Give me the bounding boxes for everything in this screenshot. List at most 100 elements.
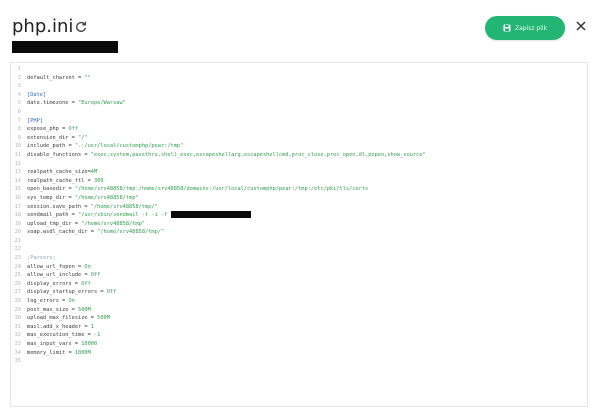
line-code: log_errors = On [27, 297, 75, 306]
line-code: display_errors = Off [27, 280, 91, 289]
code-line[interactable]: 27 display_startup_errors = Off [11, 288, 587, 297]
code-line[interactable]: 30 upload_max_filesize = 500M [11, 314, 587, 323]
code-line[interactable]: 14 realpath_cache_ttl = 300 [11, 177, 587, 186]
line-number: 23 [14, 255, 21, 262]
code-line[interactable]: 13 realpath_cache_size=4M [11, 168, 587, 177]
line-number: 15 [14, 186, 21, 193]
line-number: 29 [14, 306, 21, 313]
reload-icon[interactable] [74, 20, 88, 34]
code-token: "" [84, 74, 91, 81]
code-line[interactable]: 33 max_input_vars = 10000 [11, 340, 587, 349]
line-code: max_execution_time = -1 [27, 331, 100, 340]
code-line[interactable]: 31 mail.add_x_header = 1 [11, 323, 587, 332]
code-token: disable_functions = [27, 151, 91, 158]
line-number: 21 [14, 237, 21, 244]
code-line[interactable]: 15 open_basedir = "/home/srv48858/tmp:/ho… [11, 185, 587, 194]
code-token: 10000 [81, 341, 98, 347]
line-number: 12 [14, 160, 21, 167]
code-line[interactable]: 9 extension_dir = "/" [11, 134, 587, 143]
save-file-button[interactable]: Zapisz plik [485, 16, 565, 40]
line-number: 4 [17, 91, 21, 98]
code-token: expose_php = [27, 126, 69, 133]
code-token: "/home/srv48858/tmp" [74, 194, 139, 201]
line-number: 13 [14, 169, 21, 176]
close-icon[interactable] [575, 20, 587, 32]
code-token: ;Parsers; [27, 255, 56, 262]
code-line[interactable]: 1 [11, 65, 587, 74]
code-token: open_basedir = [27, 186, 75, 193]
code-line[interactable]: 18 sendmail_path = "/usr/sbin/sendmail -t… [11, 211, 587, 220]
line-code: [PHP] [27, 117, 43, 126]
code-token: 500M [78, 306, 91, 313]
line-code: expose_php = Off [27, 125, 78, 134]
code-token: include_path = [27, 143, 75, 150]
code-token: date.timezone = [27, 100, 79, 107]
code-token: mail.add_x_header = [27, 323, 91, 330]
code-token: "/home/srv48858/tmp:/home/srv48858/domai… [74, 186, 369, 193]
code-line[interactable]: 12 [11, 160, 587, 169]
code-token: allow_url_fopen = [27, 263, 85, 270]
code-token: 300 [93, 177, 104, 184]
line-number: 33 [14, 341, 21, 347]
line-number: 14 [14, 177, 21, 184]
line-code: date.timezone = "Europe/Warsaw" [27, 99, 126, 108]
code-line[interactable]: 26 display_errors = Off [11, 280, 587, 289]
redacted-text [170, 211, 251, 219]
code-token: "Europe/Warsaw" [78, 100, 126, 107]
code-line[interactable]: 28 log_errors = On [11, 297, 587, 306]
code-line[interactable]: 5 date.timezone = "Europe/Warsaw" [11, 99, 587, 108]
line-number: 28 [14, 298, 21, 305]
page-title: php.ini [12, 16, 74, 37]
code-line[interactable]: 11 disable_functions = "exec,system,passt… [11, 151, 587, 160]
code-editor[interactable]: 1 2 default_charset = "" 3 4 [Date] 5 date.time… [10, 62, 588, 407]
code-line[interactable]: 35 [11, 357, 587, 366]
code-token: default_charset = [27, 74, 85, 81]
code-line[interactable]: 4 [Date] [11, 91, 587, 100]
code-line[interactable]: 19 upload_tmp_dir = "/home/srv48858/tmp" [11, 220, 587, 229]
line-number: 5 [17, 100, 21, 107]
line-number: 8 [17, 126, 21, 133]
line-code: ;Parsers; [27, 254, 56, 263]
line-number: 31 [14, 323, 21, 330]
line-code: allow_url_fopen = On [27, 263, 91, 272]
code-line[interactable]: 3 [11, 82, 587, 91]
code-token: [PHP] [27, 117, 43, 124]
code-line[interactable]: 10 include_path = ".:/usr/local/customphp… [11, 142, 587, 151]
code-token: session.save_path = [27, 203, 91, 210]
line-code: session.save_path = "/home/srv48858/tmp/… [27, 203, 158, 212]
code-token: Off [90, 272, 101, 279]
code-line[interactable]: 32 max_execution_time = -1 [11, 331, 587, 340]
line-number: 25 [14, 272, 21, 279]
code-line[interactable]: 16 sys_temp_dir = "/home/srv48858/tmp" [11, 194, 587, 203]
line-number: 26 [14, 280, 21, 287]
code-token: -1 [93, 332, 101, 339]
code-line[interactable]: 22 [11, 245, 587, 254]
code-token: display_startup_errors = [27, 289, 107, 296]
editor-lines: 1 2 default_charset = "" 3 4 [Date] 5 date.time… [11, 65, 587, 366]
code-line[interactable]: 34 memory_limit = 1000M [11, 349, 587, 358]
code-line[interactable]: 23 ;Parsers; [11, 254, 587, 263]
code-line[interactable]: 7 [PHP] [11, 117, 587, 126]
line-code: upload_tmp_dir = "/home/srv48858/tmp" [27, 220, 145, 229]
code-token: "/home/srv48858/tmp" [81, 220, 145, 227]
line-code: allow_url_include = Off [27, 271, 100, 280]
code-token: ".:/usr/local/customphp/pear:/tmp" [74, 143, 184, 150]
code-line[interactable]: 24 allow_url_fopen = On [11, 263, 587, 272]
code-line[interactable]: 21 [11, 237, 587, 246]
code-line[interactable]: 20 soap.wsdl_cache_dir = "/home/srv48858/… [11, 228, 587, 237]
code-line[interactable]: 2 default_charset = "" [11, 74, 587, 83]
code-token: Off [81, 280, 91, 287]
code-line[interactable]: 6 [11, 108, 587, 117]
file-path-redacted [12, 41, 118, 53]
code-line[interactable]: 8 expose_php = Off [11, 125, 587, 134]
code-line[interactable]: 17 session.save_path = "/home/srv48858/tm… [11, 203, 587, 212]
code-line[interactable]: 29 post_max_size = 500M [11, 306, 587, 315]
code-token: "/" [78, 134, 88, 141]
line-code: open_basedir = "/home/srv48858/tmp:/home… [27, 185, 368, 194]
code-token: memory_limit = [27, 349, 75, 356]
line-code: sys_temp_dir = "/home/srv48858/tmp" [27, 194, 139, 203]
code-token: upload_tmp_dir = [27, 220, 82, 227]
line-number: 2 [17, 74, 21, 81]
line-number: 11 [14, 151, 21, 158]
code-line[interactable]: 25 allow_url_include = Off [11, 271, 587, 280]
